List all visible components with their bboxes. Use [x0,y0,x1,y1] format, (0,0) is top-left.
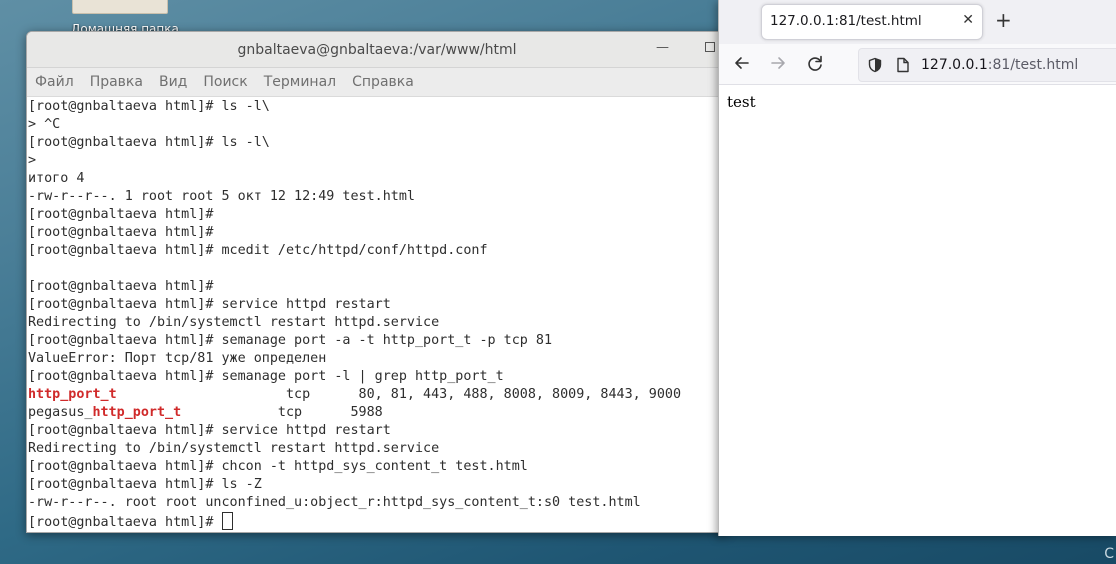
terminal-line: [root@gnbaltaeva html]# chcon -t httpd_s… [28,459,528,474]
terminal-line: [root@gnbaltaeva html]# ls -Z [28,477,262,492]
terminal-line: итого 4 [28,171,85,186]
menu-terminal[interactable]: Терминал [264,74,336,90]
menu-help[interactable]: Справка [352,74,414,90]
terminal-line: [root@gnbaltaeva html]# ls -l\ [28,99,270,114]
menu-search[interactable]: Поиск [203,74,247,90]
terminal-prompt-line[interactable]: [root@gnbaltaeva html]# [28,512,727,530]
new-tab-button[interactable]: + [995,9,1012,31]
home-folder-icon[interactable] [72,0,168,14]
terminal-line: > ^C [28,117,61,132]
terminal-line: [root@gnbaltaeva html]# service httpd re… [28,423,391,438]
terminal-line: -rw-r--r--. root root unconfined_u:objec… [28,495,641,510]
url-path: :81/test.html [987,57,1079,73]
grep-rest: tcp 80, 81, 443, 488, 8008, 8009, 8443, … [116,387,682,402]
terminal-line: [root@gnbaltaeva html]# ls -l\ [28,135,270,150]
back-arrow-icon[interactable] [731,52,753,74]
terminal-line: [root@gnbaltaeva html]# [28,225,214,240]
terminal-line: ValueError: Порт tcp/81 уже определен [28,351,327,366]
terminal-line: [root@gnbaltaeva html]# semanage port -l… [28,369,504,384]
browser-window[interactable]: 127.0.0.1:81/test.html ✕ + 127.0.0.1:81/… [718,0,1116,536]
desktop-corner-glyph: C [1104,546,1114,562]
terminal-cursor[interactable] [222,512,234,530]
terminal-line: [root@gnbaltaeva html]# mcedit /etc/http… [28,243,488,258]
browser-tabbar: 127.0.0.1:81/test.html ✕ + [719,0,1116,44]
url-text[interactable]: 127.0.0.1:81/test.html [921,57,1078,73]
page-icon[interactable] [896,57,910,73]
browser-tab[interactable]: 127.0.0.1:81/test.html ✕ [761,4,983,40]
url-bar[interactable]: 127.0.0.1:81/test.html [858,48,1116,82]
terminal-line: Redirecting to /bin/systemctl restart ht… [28,315,440,330]
terminal-title: gnbaltaeva@gnbaltaeva:/var/www/html [237,41,517,58]
terminal-line: [root@gnbaltaeva html]# semanage port -a… [28,333,553,348]
grep-match: http_port_t [92,405,182,420]
terminal-line: [root@gnbaltaeva html]# [28,279,214,294]
terminal-line: > [28,153,37,168]
menu-file[interactable]: Файл [35,74,74,90]
browser-navbar: 127.0.0.1:81/test.html [719,44,1116,85]
terminal-line: Redirecting to /bin/systemctl restart ht… [28,441,440,456]
forward-arrow-icon[interactable] [767,52,789,74]
maximize-icon[interactable] [705,42,715,52]
page-content-text: test [727,93,756,111]
menu-view[interactable]: Вид [159,74,187,90]
grep-result-line: pegasus_http_port_t tcp 5988 [28,404,727,422]
grep-match: http_port_t [28,387,117,402]
terminal-line: [root@gnbaltaeva html]# [28,207,214,222]
reload-icon[interactable] [804,52,826,74]
shield-icon[interactable] [867,57,883,73]
minimize-icon[interactable]: — [656,40,669,55]
terminal-prompt: [root@gnbaltaeva html]# [28,515,222,530]
grep-rest: tcp 5988 [181,405,383,420]
terminal-window[interactable]: gnbaltaeva@gnbaltaeva:/var/www/html — Фа… [26,31,728,533]
terminal-menubar: Файл Правка Вид Поиск Терминал Справка [27,68,727,97]
url-host: 127.0.0.1 [921,57,988,73]
terminal-titlebar[interactable]: gnbaltaeva@gnbaltaeva:/var/www/html — [27,32,727,68]
grep-result-line: http_port_t tcp 80, 81, 443, 488, 8008, … [28,386,727,404]
terminal-line: [root@gnbaltaeva html]# service httpd re… [28,297,391,312]
menu-edit[interactable]: Правка [90,74,143,90]
terminal-line: -rw-r--r--. 1 root root 5 окт 12 12:49 t… [28,189,415,204]
tab-title: 127.0.0.1:81/test.html [770,13,922,29]
grep-prefix: pegasus_ [28,405,93,420]
terminal-output[interactable]: [root@gnbaltaeva html]# ls -l\ > ^C [roo… [27,98,727,532]
close-icon[interactable]: ✕ [962,12,974,28]
